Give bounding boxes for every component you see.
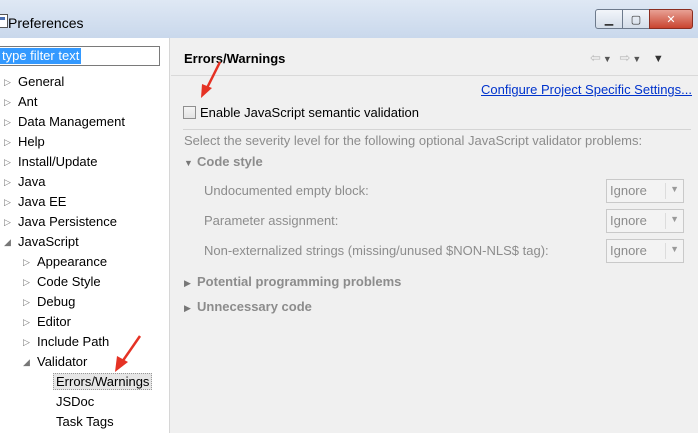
tree-item-label: Java bbox=[18, 174, 46, 189]
tree-item-label: Help bbox=[18, 134, 45, 149]
collapse-arrow-icon[interactable]: ◢ bbox=[4, 232, 14, 252]
expand-arrow-icon[interactable]: ▷ bbox=[4, 172, 14, 192]
severity-select[interactable]: Ignore ▼ bbox=[606, 209, 684, 233]
filter-input[interactable]: type filter text bbox=[0, 46, 160, 66]
expand-arrow-icon[interactable]: ▷ bbox=[4, 72, 14, 92]
section-code-style[interactable]: ▼ Code style bbox=[184, 154, 263, 169]
tree-item-include-path[interactable]: ▷ Include Path bbox=[23, 332, 109, 352]
expand-arrow-icon[interactable]: ▷ bbox=[23, 272, 33, 292]
tree-item-help[interactable]: ▷ Help bbox=[4, 132, 45, 152]
chevron-down-icon[interactable]: ▼ bbox=[670, 214, 679, 224]
chevron-down-icon[interactable]: ▼ bbox=[670, 184, 679, 194]
back-arrow-icon[interactable]: ⇦ bbox=[590, 50, 603, 65]
tree-item-label: Java EE bbox=[18, 194, 67, 209]
expand-arrow-icon[interactable]: ▷ bbox=[4, 192, 14, 212]
maximize-button[interactable]: ▢ bbox=[622, 9, 650, 29]
setting-label: Non-externalized strings (missing/unused… bbox=[204, 243, 549, 258]
tree-item-general[interactable]: ▷ General bbox=[4, 72, 64, 92]
tree-item-editor[interactable]: ▷ Editor bbox=[23, 312, 71, 332]
setting-label: Parameter assignment: bbox=[204, 213, 339, 228]
collapse-arrow-icon[interactable]: ▼ bbox=[184, 158, 197, 168]
tree-item-install-update[interactable]: ▷ Install/Update bbox=[4, 152, 98, 172]
select-value: Ignore bbox=[610, 243, 647, 258]
separator bbox=[183, 129, 691, 130]
enable-validation-checkbox[interactable] bbox=[183, 105, 196, 119]
tree-item-label: Editor bbox=[37, 314, 71, 329]
tree-item-label: General bbox=[18, 74, 65, 89]
tree-item-label: Code Style bbox=[37, 274, 101, 289]
minimize-button[interactable]: ▁ bbox=[595, 9, 623, 29]
tree-item-label: Data Management bbox=[18, 114, 125, 129]
collapse-arrow-icon[interactable]: ◢ bbox=[23, 352, 33, 372]
enable-validation-label[interactable]: Enable JavaScript semantic validation bbox=[200, 105, 419, 120]
view-menu-icon[interactable]: ▼ bbox=[653, 53, 666, 65]
expand-arrow-icon[interactable]: ▷ bbox=[4, 112, 14, 132]
tree-item-javascript[interactable]: ◢ JavaScript bbox=[4, 232, 79, 252]
preferences-app-icon bbox=[0, 14, 8, 28]
tree-item-label: Task Tags bbox=[56, 414, 114, 429]
severity-info-text: Select the severity level for the follow… bbox=[184, 133, 643, 148]
section-unnecessary-code[interactable]: ▶ Unnecessary code bbox=[184, 299, 312, 314]
tree-item-label: Include Path bbox=[37, 334, 110, 349]
title-bar: Preferences ▁ ▢ ✕ bbox=[0, 0, 698, 38]
tree-item-code-style[interactable]: ▷ Code Style bbox=[23, 272, 101, 292]
expand-arrow-icon[interactable]: ▷ bbox=[23, 312, 33, 332]
expand-arrow-icon[interactable]: ▷ bbox=[4, 132, 14, 152]
tree-item-label: Install/Update bbox=[18, 154, 98, 169]
setting-label: Undocumented empty block: bbox=[204, 183, 369, 198]
tree-item-ant[interactable]: ▷ Ant bbox=[4, 92, 38, 112]
severity-select[interactable]: Ignore ▼ bbox=[606, 239, 684, 263]
expand-arrow-icon[interactable]: ▷ bbox=[23, 292, 33, 312]
tree-item-label: Java Persistence bbox=[18, 214, 117, 229]
tree-item-java[interactable]: ▷ Java bbox=[4, 172, 45, 192]
expand-arrow-icon[interactable]: ▷ bbox=[4, 212, 14, 232]
preference-tree-panel: type filter text ▷ General ▷ Ant ▷ Data … bbox=[0, 38, 170, 433]
tree-item-debug[interactable]: ▷ Debug bbox=[23, 292, 75, 312]
forward-dropdown-icon[interactable]: ▼ bbox=[632, 54, 643, 64]
chevron-down-icon[interactable]: ▼ bbox=[670, 244, 679, 254]
tree-item-java-persistence[interactable]: ▷ Java Persistence bbox=[4, 212, 117, 232]
tree-item-label: Errors/Warnings bbox=[53, 373, 153, 390]
forward-arrow-icon[interactable]: ⇨ bbox=[619, 50, 632, 65]
close-button[interactable]: ✕ bbox=[649, 9, 693, 29]
tree-item-label: Appearance bbox=[37, 254, 108, 269]
expand-arrow-icon[interactable]: ▷ bbox=[4, 92, 14, 112]
tree-item-label: Ant bbox=[18, 94, 38, 109]
configure-project-settings-link[interactable]: Configure Project Specific Settings... bbox=[481, 82, 692, 97]
tree-item-jsdoc[interactable]: JSDoc bbox=[56, 392, 94, 412]
tree-item-validator[interactable]: ◢ Validator bbox=[23, 352, 87, 372]
divider bbox=[665, 183, 666, 199]
tree-item-errors-warnings[interactable]: Errors/Warnings bbox=[53, 372, 153, 392]
tree-item-java-ee[interactable]: ▷ Java EE bbox=[4, 192, 66, 212]
select-value: Ignore bbox=[610, 183, 647, 198]
tree-item-task-tags[interactable]: Task Tags bbox=[56, 412, 114, 432]
section-potential-problems[interactable]: ▶ Potential programming problems bbox=[184, 274, 401, 289]
expand-arrow-icon[interactable]: ▶ bbox=[184, 278, 197, 289]
back-dropdown-icon[interactable]: ▼ bbox=[603, 54, 614, 64]
severity-select[interactable]: Ignore ▼ bbox=[606, 179, 684, 203]
history-navigation: ⇦▼ ⇨▼ ▼ bbox=[590, 50, 666, 66]
page-title: Errors/Warnings bbox=[184, 51, 286, 66]
enable-validation-row[interactable]: Enable JavaScript semantic validation bbox=[183, 103, 419, 121]
expand-arrow-icon[interactable]: ▷ bbox=[23, 332, 33, 352]
tree-item-label: Debug bbox=[37, 294, 76, 309]
tree-item-appearance[interactable]: ▷ Appearance bbox=[23, 252, 107, 272]
section-label: Code style bbox=[197, 154, 263, 169]
section-label: Potential programming problems bbox=[197, 274, 402, 289]
expand-arrow-icon[interactable]: ▷ bbox=[4, 152, 14, 172]
page-header: Errors/Warnings ⇦▼ ⇨▼ ▼ bbox=[171, 38, 698, 76]
tree-item-label: JavaScript bbox=[18, 234, 79, 249]
window-title: Preferences bbox=[8, 15, 84, 31]
divider bbox=[665, 213, 666, 229]
tree-item-label: Validator bbox=[37, 354, 88, 369]
section-label: Unnecessary code bbox=[197, 299, 312, 314]
preference-page: Errors/Warnings ⇦▼ ⇨▼ ▼ Configure Projec… bbox=[171, 38, 698, 433]
divider bbox=[665, 243, 666, 259]
select-value: Ignore bbox=[610, 213, 647, 228]
tree-item-label: JSDoc bbox=[56, 394, 95, 409]
tree-item-data-management[interactable]: ▷ Data Management bbox=[4, 112, 125, 132]
expand-arrow-icon[interactable]: ▷ bbox=[23, 252, 33, 272]
expand-arrow-icon[interactable]: ▶ bbox=[184, 303, 197, 314]
filter-placeholder: type filter text bbox=[0, 48, 82, 64]
